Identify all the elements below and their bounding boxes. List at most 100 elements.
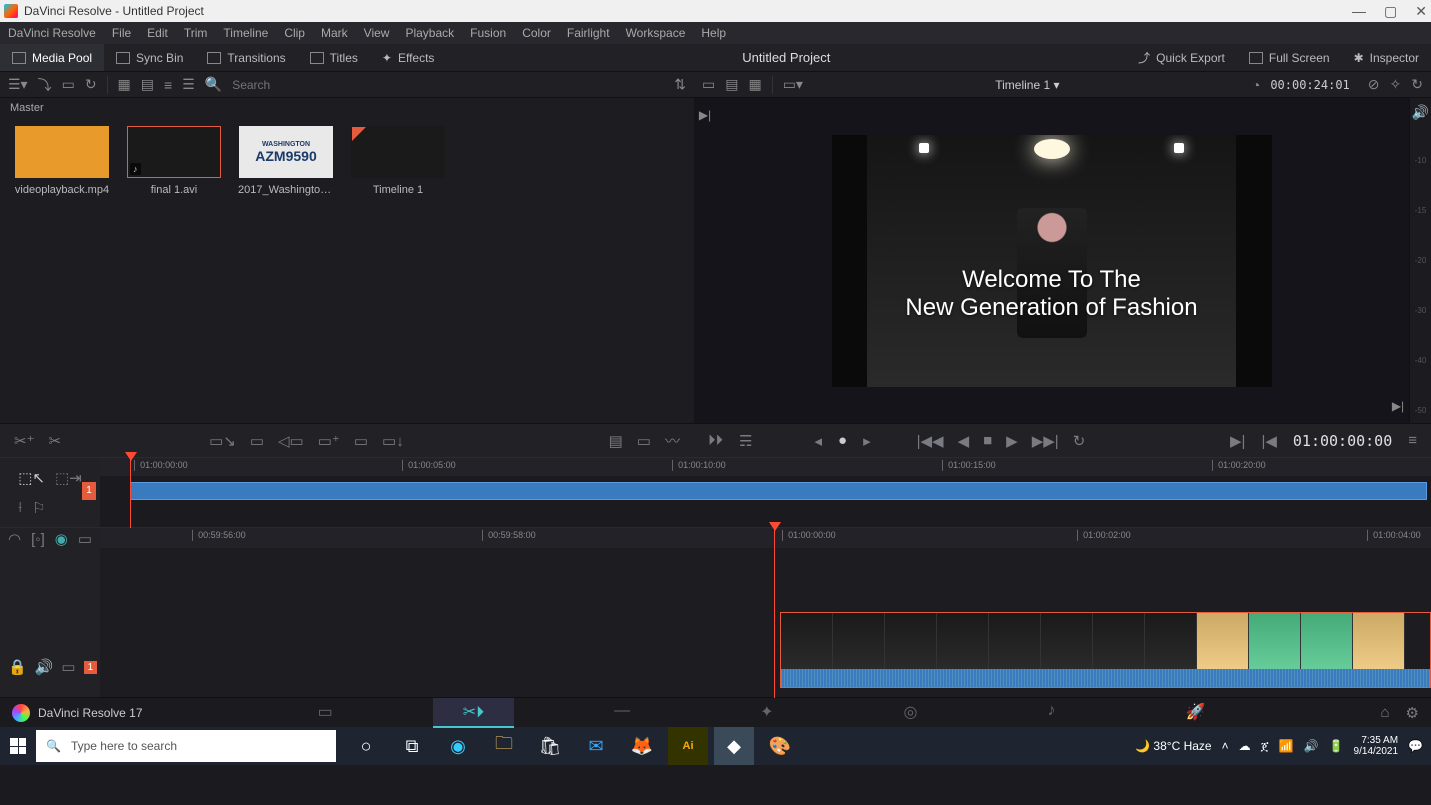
media-pool-tab[interactable]: Media Pool <box>0 44 104 71</box>
track-number[interactable]: 1 <box>82 482 96 500</box>
clock-time[interactable]: 7:35 AM <box>1354 735 1399 746</box>
quick-export-button[interactable]: ⤴Quick Export <box>1126 49 1237 66</box>
detail-ruler[interactable]: │ 00:59:56:00│ 00:59:58:00│ 01:00:00:00│… <box>100 528 1431 548</box>
viewer-timecode[interactable]: 01:00:00:00 <box>1293 432 1392 450</box>
split-button[interactable]: ✂ <box>49 432 62 450</box>
menu-button[interactable]: ≡ <box>1408 432 1417 449</box>
sync-button[interactable]: ↻ <box>85 76 97 93</box>
step-back-button[interactable]: ◀ <box>958 432 970 450</box>
battery-icon[interactable]: 🔋 <box>1329 739 1344 753</box>
weather-widget[interactable]: 🌙 38°C Haze <box>1135 739 1211 753</box>
closeup-button[interactable]: ▭⁺ <box>318 432 340 450</box>
menu-timeline[interactable]: Timeline <box>223 26 268 40</box>
speaker-track-icon[interactable]: 🔊 <box>35 658 54 676</box>
boring-detect-button[interactable]: ✂⁺ <box>14 432 35 450</box>
prev-clip-button[interactable]: |◀ <box>1261 432 1276 450</box>
monitor-icon[interactable]: ▭ <box>61 658 75 676</box>
menu-clip[interactable]: Clip <box>284 26 305 40</box>
cut-page-tab[interactable]: ✂⏵ <box>433 698 514 728</box>
viewer-opt-1[interactable]: ▭ <box>702 76 715 93</box>
place-button[interactable]: ▭ <box>354 432 368 450</box>
titles-tab[interactable]: Titles <box>298 44 370 71</box>
menu-help[interactable]: Help <box>701 26 726 40</box>
lang-icon[interactable]: ጀ <box>1261 739 1269 754</box>
new-bin-button[interactable]: ▭ <box>62 76 75 93</box>
options-button[interactable]: ☴ <box>739 432 752 450</box>
notifications-icon[interactable]: 💬 <box>1408 739 1423 753</box>
onedrive-icon[interactable]: ☁ <box>1239 739 1251 753</box>
volume-icon[interactable]: 🔊 <box>1304 739 1319 753</box>
menu-mark[interactable]: Mark <box>321 26 348 40</box>
overview-playhead[interactable] <box>130 458 131 528</box>
inspector-button[interactable]: ✱Inspector <box>1342 51 1431 65</box>
flag-button[interactable]: ◉ <box>55 530 68 548</box>
marker-tool-button[interactable]: ⚐ <box>32 499 45 517</box>
fusion-page-tab[interactable]: ✦ <box>730 698 803 728</box>
arrow-tool-button[interactable]: ⬚↖ <box>18 469 45 487</box>
tools-2-button[interactable]: ▭ <box>637 432 651 450</box>
loop-viewer-button[interactable]: ↻ <box>1411 76 1423 93</box>
clip-item[interactable]: Timeline 1 <box>350 126 446 196</box>
sync-bin-tab[interactable]: Sync Bin <box>104 44 195 71</box>
resolve-app[interactable]: ◆ <box>714 727 754 765</box>
viewer-opt-3[interactable]: ▦ <box>748 76 761 93</box>
fast-review-button[interactable]: ⏵⏵ <box>708 432 723 449</box>
audio-waveform[interactable] <box>781 669 1430 687</box>
settings-button[interactable]: ⚙ <box>1406 704 1419 722</box>
clock-date[interactable]: 9/14/2021 <box>1354 746 1399 757</box>
mail-app[interactable]: ✉ <box>576 727 616 765</box>
maximize-button[interactable]: ▢ <box>1384 3 1397 20</box>
thumb-view-button[interactable]: ▤ <box>141 76 154 93</box>
minimize-button[interactable]: — <box>1352 3 1366 20</box>
clip-item[interactable]: ♪final 1.avi <box>126 126 222 196</box>
ripple-button[interactable]: ◁▭ <box>278 432 304 450</box>
taskview-button[interactable]: ⧉ <box>392 727 432 765</box>
menu-playback[interactable]: Playback <box>405 26 454 40</box>
grid-view-button[interactable]: ▦ <box>118 76 131 93</box>
clip-item[interactable]: videoplayback.mp4 <box>14 126 110 196</box>
clip-item[interactable]: WASHINGTONAZM95902017_Washington... <box>238 126 334 196</box>
viewer-safe-button[interactable]: ▭▾ <box>783 76 803 93</box>
tools-3-button[interactable]: 〰 <box>665 430 680 451</box>
menu-edit[interactable]: Edit <box>147 26 168 40</box>
fairlight-page-tab[interactable]: ♪ <box>1018 698 1086 728</box>
transitions-tab[interactable]: Transitions <box>195 44 297 71</box>
menu-workspace[interactable]: Workspace <box>626 26 686 40</box>
sync-lock-button[interactable]: ▭ <box>78 530 92 548</box>
prev-edit-button[interactable]: ▶| <box>694 98 716 423</box>
overview-ruler[interactable]: │ 01:00:00:00│ 01:00:05:00│ 01:00:10:00│… <box>100 458 1431 476</box>
illustrator-app[interactable]: Ai <box>668 727 708 765</box>
wifi-icon[interactable]: 📶 <box>1279 739 1294 753</box>
overview-clip[interactable] <box>130 482 1427 500</box>
edit-page-tab[interactable]: ⎯⎯ <box>584 698 660 728</box>
taskbar-search[interactable]: 🔍 Type here to search <box>36 730 336 762</box>
close-button[interactable]: ✕ <box>1415 3 1427 20</box>
wand-button[interactable]: ✧ <box>1390 76 1402 93</box>
list-view-button[interactable]: ☰▾ <box>8 76 28 93</box>
video-clip[interactable] <box>780 612 1431 688</box>
color-page-tab[interactable]: ◎ <box>874 698 948 728</box>
menu-davinci-resolve[interactable]: DaVinci Resolve <box>8 26 96 40</box>
next-edit-button[interactable]: ▶| <box>1387 98 1409 423</box>
viewer-canvas[interactable]: Welcome To The New Generation of Fashion <box>716 98 1387 423</box>
overwrite-button[interactable]: ▭↓ <box>382 432 404 450</box>
go-end-button[interactable]: ▶▶| <box>1032 432 1059 450</box>
search-input[interactable] <box>232 78 332 92</box>
viewer-opt-2[interactable]: ▤ <box>725 76 738 93</box>
start-button[interactable] <box>0 727 36 765</box>
tools-1-button[interactable]: ▤ <box>609 432 623 450</box>
explorer-app[interactable]: 🗀 <box>484 727 524 765</box>
go-start-button[interactable]: |◀◀ <box>917 432 944 450</box>
paint-app[interactable]: 🎨 <box>760 727 800 765</box>
trim-tool-button[interactable]: ⬚⇥ <box>55 469 82 487</box>
lock-icon[interactable]: 🔒 <box>8 658 27 676</box>
menu-color[interactable]: Color <box>522 26 551 40</box>
sort-button[interactable]: ⇅ <box>674 76 686 93</box>
detail-view-button[interactable]: ☰ <box>182 76 195 93</box>
bypass-button[interactable]: ⊘ <box>1368 76 1380 93</box>
marker-button[interactable]: [◦] <box>31 531 45 548</box>
play-button[interactable]: ▶ <box>1006 432 1018 450</box>
loop-button[interactable]: ↻ <box>1073 432 1086 450</box>
effects-tab[interactable]: ✦Effects <box>370 44 447 71</box>
home-button[interactable]: ⌂ <box>1380 704 1389 722</box>
